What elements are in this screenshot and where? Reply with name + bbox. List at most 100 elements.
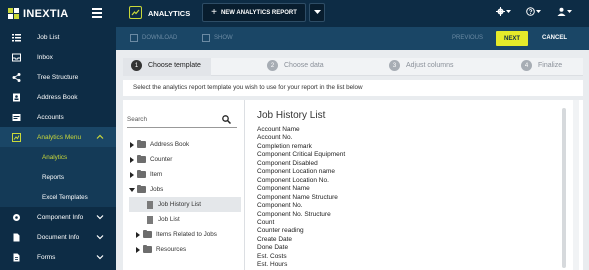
- tree-node-jobs[interactable]: Jobs: [129, 182, 241, 197]
- page-scrollbar[interactable]: [573, 100, 579, 270]
- previous-button[interactable]: PREVIOUS: [452, 35, 483, 41]
- show-label: SHOW: [214, 35, 233, 41]
- chevron-up-icon[interactable]: [96, 133, 104, 141]
- sidebar-item-address-book[interactable]: Address Book: [0, 87, 116, 107]
- caret-down-icon: [567, 9, 572, 13]
- new-analytics-report-button[interactable]: + NEW ANALYTICS REPORT: [202, 3, 306, 22]
- sidebar-item-component-info[interactable]: Component Info: [0, 207, 116, 227]
- folder-icon: [143, 244, 152, 253]
- menu-toggle-icon[interactable]: [92, 8, 102, 20]
- sidebar-subitem-reports[interactable]: Reports: [0, 167, 116, 187]
- step-number: 1: [131, 60, 142, 71]
- gear-icon: [496, 7, 505, 16]
- chevron-down-icon[interactable]: [96, 233, 104, 241]
- chevron-down-icon[interactable]: [96, 253, 104, 261]
- template-picker: Search Address Book Counter Item Jobs Jo…: [123, 100, 583, 270]
- new-report-dropdown-button[interactable]: [309, 3, 325, 22]
- field-list-scrollbar[interactable]: [562, 108, 566, 268]
- field-item: Account No.: [257, 134, 293, 142]
- accounts-icon: [12, 113, 21, 122]
- collapse-arrow-icon[interactable]: [129, 187, 135, 192]
- tree-icon: [12, 72, 21, 82]
- sidebar-item-accounts[interactable]: Accounts: [0, 107, 116, 127]
- page-title: ANALYTICS: [148, 9, 191, 18]
- settings-button[interactable]: [496, 7, 511, 16]
- instructions-text: Select the analytics report template you…: [123, 80, 583, 96]
- document-icon: [147, 215, 153, 224]
- sidebar-item-analytics-menu[interactable]: Analytics Menu: [0, 127, 116, 147]
- folder-icon: [137, 139, 146, 148]
- sidebar-item-tree-structure[interactable]: Tree Structure: [0, 67, 116, 87]
- show-button[interactable]: SHOW: [202, 34, 233, 42]
- expand-arrow-icon[interactable]: [129, 141, 135, 148]
- sidebar-item-inbox[interactable]: Inbox: [0, 47, 116, 67]
- sidebar-subitem-analytics[interactable]: Analytics: [0, 147, 116, 167]
- tree-node-job-history-list[interactable]: Job History List: [129, 197, 241, 212]
- step-choose-data: 2 Choose data: [267, 60, 324, 71]
- document-icon: [147, 200, 153, 209]
- step-label: Finalize: [538, 62, 563, 69]
- field-item: Count: [257, 218, 275, 226]
- tree-node-counter[interactable]: Counter: [129, 152, 241, 167]
- sidebar-subitem-label: Reports: [42, 173, 65, 181]
- step-label: Choose template: [148, 62, 201, 69]
- sidebar-item-document-info[interactable]: Document Info: [0, 227, 116, 247]
- wizard-steps: 1 Choose template 2 Choose data 3 Adjust co…: [123, 58, 583, 76]
- caret-down-icon: [506, 9, 511, 13]
- expand-arrow-icon[interactable]: [129, 156, 135, 163]
- chevron-down-icon[interactable]: [96, 213, 104, 221]
- template-tree: Address Book Counter Item Jobs Job Histo…: [129, 137, 241, 257]
- template-title: Job History List: [257, 110, 326, 121]
- sidebar-subitem-label: Excel Templates: [42, 193, 88, 201]
- field-item: Est. Costs: [257, 252, 287, 260]
- field-item: Done Date: [257, 244, 289, 252]
- folder-icon: [137, 169, 146, 178]
- step-finalize: 4 Finalize: [521, 60, 562, 71]
- analytics-app-icon: [129, 6, 142, 19]
- tree-node-resources[interactable]: Resources: [129, 242, 241, 257]
- field-item: Component No. Structure: [257, 210, 331, 218]
- sidebar-subitem-excel-templates[interactable]: Excel Templates: [0, 187, 116, 207]
- user-icon: [557, 7, 566, 16]
- user-menu-button[interactable]: [557, 7, 572, 16]
- tree-node-item[interactable]: Item: [129, 167, 241, 182]
- expand-arrow-icon[interactable]: [129, 171, 135, 178]
- field-item: Component Disabled: [257, 159, 318, 167]
- tree-node-job-list[interactable]: Job List: [129, 212, 241, 227]
- step-adjust-columns: 3 Adjust columns: [389, 60, 453, 71]
- tree-node-label: Resources: [156, 246, 187, 253]
- expand-arrow-icon[interactable]: [135, 246, 141, 253]
- new-analytics-report-label: NEW ANALYTICS REPORT: [220, 9, 297, 16]
- help-icon: [526, 7, 535, 16]
- sidebar-item-forms[interactable]: Forms: [0, 247, 116, 267]
- download-button[interactable]: DOWNLOAD: [130, 34, 177, 42]
- tree-node-address-book[interactable]: Address Book: [129, 137, 241, 152]
- tree-node-label: Job List: [158, 216, 180, 223]
- folder-icon: [143, 229, 152, 238]
- caret-down-icon: [536, 9, 541, 13]
- search-icon[interactable]: [222, 115, 231, 124]
- tree-node-label: Item: [150, 171, 163, 178]
- toolbar: DOWNLOAD SHOW PREVIOUS NEXT CANCEL: [116, 27, 589, 50]
- expand-arrow-icon[interactable]: [135, 231, 141, 238]
- step-number: 3: [389, 60, 400, 71]
- plus-icon: +: [211, 7, 217, 18]
- sidebar-item-label: Job List: [37, 33, 60, 41]
- forms-icon: [12, 253, 21, 262]
- search-input[interactable]: Search: [127, 112, 237, 128]
- tree-node-label: Counter: [150, 156, 173, 163]
- cancel-button[interactable]: CANCEL: [542, 35, 567, 41]
- sidebar-item-label: Component Info: [37, 213, 84, 221]
- step-choose-template: 1 Choose template: [131, 60, 201, 71]
- search-placeholder: Search: [127, 116, 147, 123]
- tree-node-items-related-to-jobs[interactable]: Items Related to Jobs: [129, 227, 241, 242]
- sidebar-item-job-list[interactable]: Job List: [0, 27, 116, 47]
- logo-bar: INEXTIA: [0, 0, 116, 27]
- next-button[interactable]: NEXT: [496, 31, 528, 46]
- tree-node-label: Jobs: [150, 186, 164, 193]
- step-number: 4: [521, 60, 532, 71]
- step-label: Adjust columns: [406, 62, 454, 69]
- help-button[interactable]: [526, 7, 541, 16]
- sidebar-item-label: Accounts: [37, 113, 64, 121]
- field-item: Account Name: [257, 126, 300, 133]
